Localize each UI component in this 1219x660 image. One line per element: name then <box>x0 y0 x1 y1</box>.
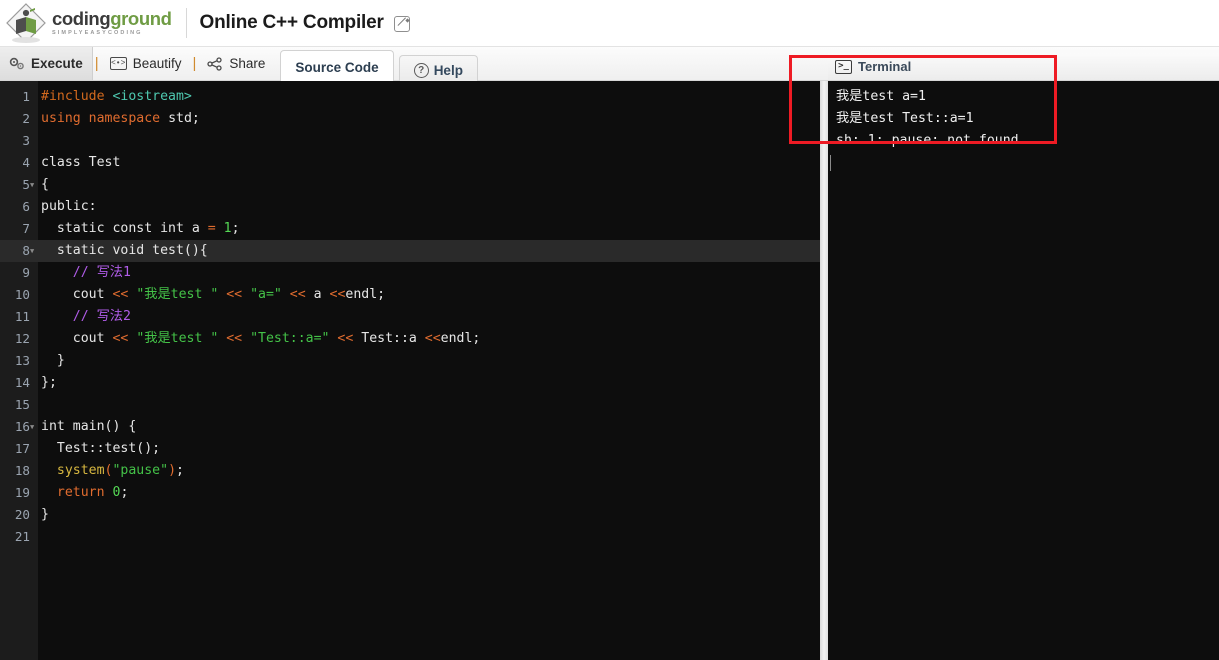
line-number: 21 <box>14 529 30 544</box>
beautify-label: Beautify <box>132 56 182 71</box>
code-line[interactable]: 2 using namespace std; <box>0 108 820 130</box>
line-number: 10 <box>14 287 30 302</box>
code-line[interactable]: 10 cout << "我是test " << "a=" << a <<endl… <box>0 284 820 306</box>
code-line-text: return 0; <box>56 485 129 500</box>
app-header: codingground SIMPLYEASYCODING Online C++… <box>0 0 1219 47</box>
line-number: 9 <box>22 265 30 280</box>
execute-button[interactable]: Execute <box>0 47 93 80</box>
code-line-text: using namespace std; <box>41 111 200 126</box>
tab-source-code-label: Source Code <box>295 59 379 75</box>
line-number: 19 <box>14 485 30 500</box>
monitor-code-icon: <•> <box>109 57 127 70</box>
terminal-output: 我是test a=1 我是test Test::a=1 sh: 1: pause… <box>836 89 1019 148</box>
share-button[interactable]: Share <box>198 47 274 80</box>
code-line-text: } <box>41 353 65 368</box>
toolbar-separator-2: | <box>192 55 197 72</box>
code-line[interactable]: 21 <box>0 526 820 548</box>
code-line-text: }; <box>41 375 57 390</box>
terminal-caret <box>830 155 831 171</box>
toolbar-separator-1: | <box>94 55 99 72</box>
code-line-text: system("pause"); <box>56 463 184 478</box>
code-line[interactable]: 15 <box>0 394 820 416</box>
code-line-text: static const int a = 1; <box>41 221 240 236</box>
code-line[interactable]: 11 // 写法2 <box>0 306 820 328</box>
code-line-text: { <box>41 177 49 192</box>
code-line[interactable]: 4 class Test <box>0 152 820 174</box>
code-line-text: int main() { <box>41 419 137 434</box>
line-number: 3 <box>22 133 30 148</box>
line-number: 6 <box>22 199 30 214</box>
code-content[interactable]: 1 #include <iostream> 2 using namespace std… <box>0 86 820 548</box>
terminal-title: Terminal <box>858 59 912 74</box>
execute-label: Execute <box>31 56 83 71</box>
code-line[interactable]: 12 cout << "我是test " << "Test::a=" << Te… <box>0 328 820 350</box>
code-line[interactable]: 17 Test::test(); <box>0 438 820 460</box>
logo-word-coding: coding <box>52 8 111 29</box>
code-line[interactable]: 9 // 写法1 <box>0 262 820 284</box>
terminal-prompt-icon: >_ <box>835 59 852 74</box>
line-number: 2 <box>22 111 30 126</box>
line-number: 15 <box>14 397 30 412</box>
fold-toggle-icon[interactable]: ▼ <box>30 416 34 438</box>
code-line[interactable]: 18 system("pause"); <box>0 460 820 482</box>
pencil-edit-icon[interactable] <box>393 16 410 32</box>
code-line[interactable]: 1 #include <iostream> <box>0 86 820 108</box>
code-line-text: } <box>41 507 49 522</box>
toolbar-tabs: Source Code ? Help <box>280 47 483 85</box>
page-title: Online C++ Compiler <box>199 12 384 33</box>
code-line[interactable]: 14}; <box>0 372 820 394</box>
code-line-text: // 写法1 <box>41 265 131 280</box>
tab-source-code[interactable]: Source Code <box>280 50 394 83</box>
line-number: 17 <box>14 441 30 456</box>
code-line-text: static void test(){ <box>41 243 208 258</box>
code-line[interactable]: 13 } <box>0 350 820 372</box>
question-circle-icon: ? <box>413 63 429 78</box>
code-line-text: class Test <box>41 155 121 170</box>
code-editor[interactable]: 1 #include <iostream> 2 using namespace std… <box>0 81 820 660</box>
code-line[interactable]: 8 ▼ static void test(){ <box>0 240 820 262</box>
header-divider <box>185 8 187 38</box>
codingground-logo-icon <box>4 1 48 45</box>
terminal-header: >_ Terminal <box>828 53 1219 81</box>
fold-toggle-icon[interactable]: ▼ <box>30 174 34 196</box>
pane-splitter[interactable] <box>820 81 828 660</box>
logo-tagline: SIMPLYEASYCODING <box>52 30 143 36</box>
code-line-text: Test::test(); <box>41 441 161 456</box>
line-number: 14 <box>14 375 30 390</box>
code-line-text: #include <iostream> <box>41 89 192 104</box>
line-number: 13 <box>14 353 30 368</box>
line-number: 18 <box>14 463 30 478</box>
line-number: 4 <box>22 155 30 170</box>
code-line[interactable]: 7 static const int a = 1; <box>0 218 820 240</box>
line-number: 7 <box>22 221 30 236</box>
share-label: Share <box>229 56 266 71</box>
fold-toggle-icon[interactable]: ▼ <box>30 240 34 262</box>
logo-word-ground: ground <box>110 8 172 29</box>
code-line-text: public: <box>41 199 97 214</box>
code-line-text: cout << "我是test " << "a=" << a <<endl; <box>41 287 386 302</box>
brand-logo[interactable]: codingground SIMPLYEASYCODING <box>0 0 172 47</box>
code-line[interactable]: 3 <box>0 130 820 152</box>
beautify-button[interactable]: <•> Beautify <box>101 47 191 80</box>
code-line[interactable]: 5 ▼{ <box>0 174 820 196</box>
line-number: 12 <box>14 331 30 346</box>
brand-logo-text: codingground SIMPLYEASYCODING <box>52 8 172 36</box>
line-number: 1 <box>22 89 30 104</box>
code-line[interactable]: 20} <box>0 504 820 526</box>
tab-help-label: Help <box>433 63 463 78</box>
code-line[interactable]: 6 public: <box>0 196 820 218</box>
line-number: 20 <box>14 507 30 522</box>
share-nodes-icon <box>207 56 223 71</box>
code-line-text: cout << "我是test " << "Test::a=" << Test:… <box>41 331 481 346</box>
code-line[interactable]: 19 return 0; <box>0 482 820 504</box>
line-number: 11 <box>14 309 30 324</box>
code-line[interactable]: 16 ▼ int main() { <box>0 416 820 438</box>
code-line-text: // 写法2 <box>41 309 131 324</box>
gears-icon <box>9 57 25 71</box>
terminal-pane[interactable]: >_ Terminal 我是test a=1 我是test Test::a=1 … <box>828 53 1219 660</box>
